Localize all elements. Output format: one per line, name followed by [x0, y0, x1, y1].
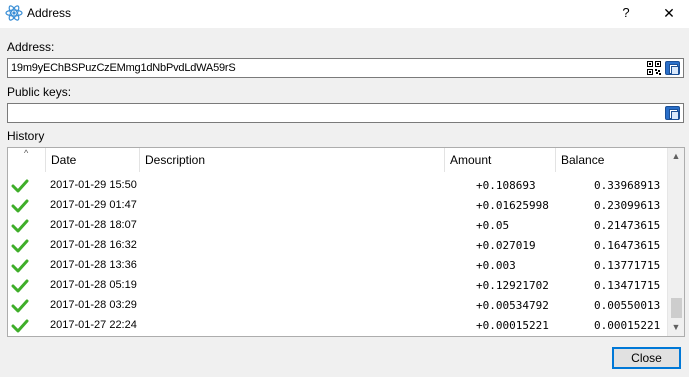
row-amount: +0.108693: [476, 179, 536, 192]
table-row[interactable]: 2017-01-28 18:07 +0.05 0.21473615: [8, 216, 668, 236]
scroll-down-icon[interactable]: ▼: [668, 319, 684, 336]
copy-public-keys-icon[interactable]: [665, 106, 680, 120]
table-row[interactable]: 2017-01-28 03:29 +0.00534792 0.00550013: [8, 296, 668, 316]
row-amount: +0.12921702: [476, 279, 549, 292]
table-row[interactable]: 2017-01-29 15:50 +0.108693 0.33968913: [8, 176, 668, 196]
copy-address-icon[interactable]: [665, 61, 680, 75]
header-date[interactable]: Date: [46, 148, 140, 172]
row-amount: +0.05: [476, 219, 510, 232]
vertical-scrollbar[interactable]: ▲ ▼: [667, 148, 684, 336]
table-row[interactable]: 2017-01-28 16:32 +0.027019 0.16473615: [8, 236, 668, 256]
row-date: 2017-01-28 18:07: [50, 219, 137, 231]
row-balance: 0.21473615: [594, 219, 661, 232]
row-balance: 0.33968913: [594, 179, 661, 192]
history-label: History: [7, 129, 45, 143]
confirmed-check-icon: [11, 179, 29, 193]
row-amount: +0.00015221: [476, 319, 549, 332]
table-row[interactable]: 2017-01-28 05:19 +0.12921702 0.13471715: [8, 276, 668, 296]
confirmed-check-icon: [11, 299, 29, 313]
table-row[interactable]: 2017-01-27 22:24 +0.00015221 0.00015221: [8, 316, 668, 336]
row-date: 2017-01-28 05:19: [50, 279, 137, 291]
window-title: Address: [27, 6, 72, 20]
row-balance: 0.00015221: [594, 319, 661, 332]
close-window-button[interactable]: ✕: [655, 2, 683, 24]
row-date: 2017-01-28 03:29: [50, 299, 137, 311]
confirmed-check-icon: [11, 279, 29, 293]
public-keys-field[interactable]: [7, 103, 684, 123]
history-table[interactable]: ^ Date Description Amount Balance 2017-0…: [7, 147, 685, 337]
header-balance[interactable]: Balance: [556, 148, 668, 172]
row-date: 2017-01-29 15:50: [50, 179, 137, 191]
close-button[interactable]: Close: [612, 347, 681, 369]
row-balance: 0.00550013: [594, 299, 661, 312]
table-header: ^ Date Description Amount Balance: [8, 148, 668, 172]
row-date: 2017-01-28 13:36: [50, 259, 137, 271]
title-bar: Address ? ✕: [0, 0, 689, 28]
row-date: 2017-01-27 22:24: [50, 319, 137, 331]
address-field[interactable]: 19m9yEChBSPuzCzEMmg1dNbPvdLdWA59rS: [7, 58, 684, 78]
row-balance: 0.16473615: [594, 239, 661, 252]
row-amount: +0.027019: [476, 239, 536, 252]
electrum-icon: [5, 5, 23, 21]
confirmed-check-icon: [11, 219, 29, 233]
scroll-up-icon[interactable]: ▲: [668, 148, 684, 165]
row-balance: 0.23099613: [594, 199, 661, 212]
help-button[interactable]: ?: [612, 2, 640, 24]
row-amount: +0.00534792: [476, 299, 549, 312]
row-balance: 0.13771715: [594, 259, 661, 272]
address-value[interactable]: 19m9yEChBSPuzCzEMmg1dNbPvdLdWA59rS: [11, 62, 236, 74]
header-description[interactable]: Description: [140, 148, 445, 172]
table-row[interactable]: 2017-01-28 13:36 +0.003 0.13771715: [8, 256, 668, 276]
confirmed-check-icon: [11, 199, 29, 213]
header-amount[interactable]: Amount: [445, 148, 556, 172]
public-keys-label: Public keys:: [7, 85, 72, 99]
confirmed-check-icon: [11, 319, 29, 333]
confirmed-check-icon: [11, 259, 29, 273]
row-date: 2017-01-28 16:32: [50, 239, 137, 251]
confirmed-check-icon: [11, 239, 29, 253]
qr-code-icon[interactable]: [647, 61, 661, 75]
scroll-thumb[interactable]: [671, 298, 682, 318]
table-row[interactable]: 2017-01-29 01:47 +0.01625998 0.23099613: [8, 196, 668, 216]
row-balance: 0.13471715: [594, 279, 661, 292]
row-amount: +0.01625998: [476, 199, 549, 212]
header-status[interactable]: [8, 148, 46, 172]
address-label: Address:: [7, 40, 55, 54]
row-date: 2017-01-29 01:47: [50, 199, 137, 211]
row-amount: +0.003: [476, 259, 516, 272]
